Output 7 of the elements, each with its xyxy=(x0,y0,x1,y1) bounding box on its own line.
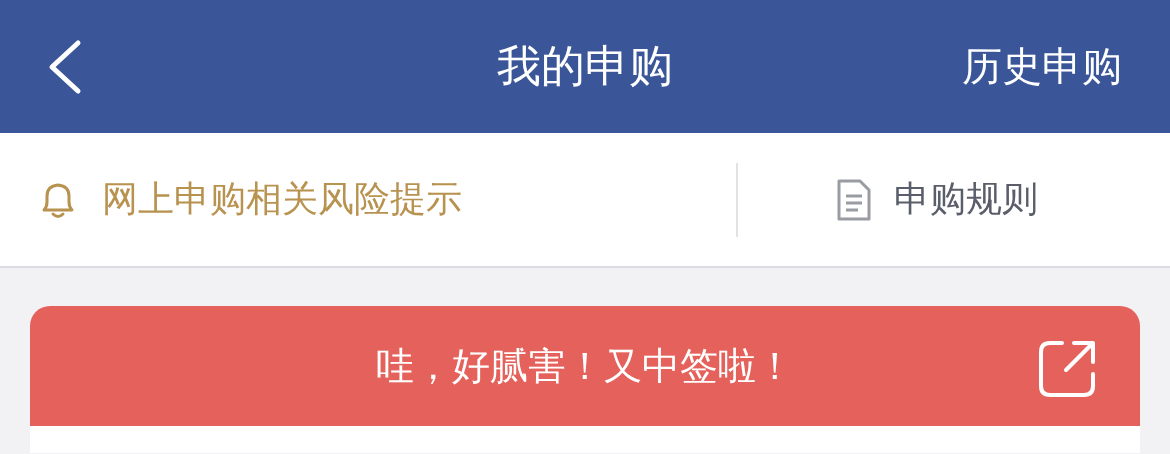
rules-link[interactable]: 申购规则 xyxy=(836,175,1038,224)
share-button[interactable] xyxy=(1036,338,1098,400)
document-icon xyxy=(836,177,872,222)
page-title: 我的申购 xyxy=(497,40,673,91)
history-link[interactable]: 历史申购 xyxy=(962,39,1122,94)
share-icon xyxy=(1036,338,1098,400)
banner-text: 哇，好腻害！又中签啦！ xyxy=(376,342,794,390)
